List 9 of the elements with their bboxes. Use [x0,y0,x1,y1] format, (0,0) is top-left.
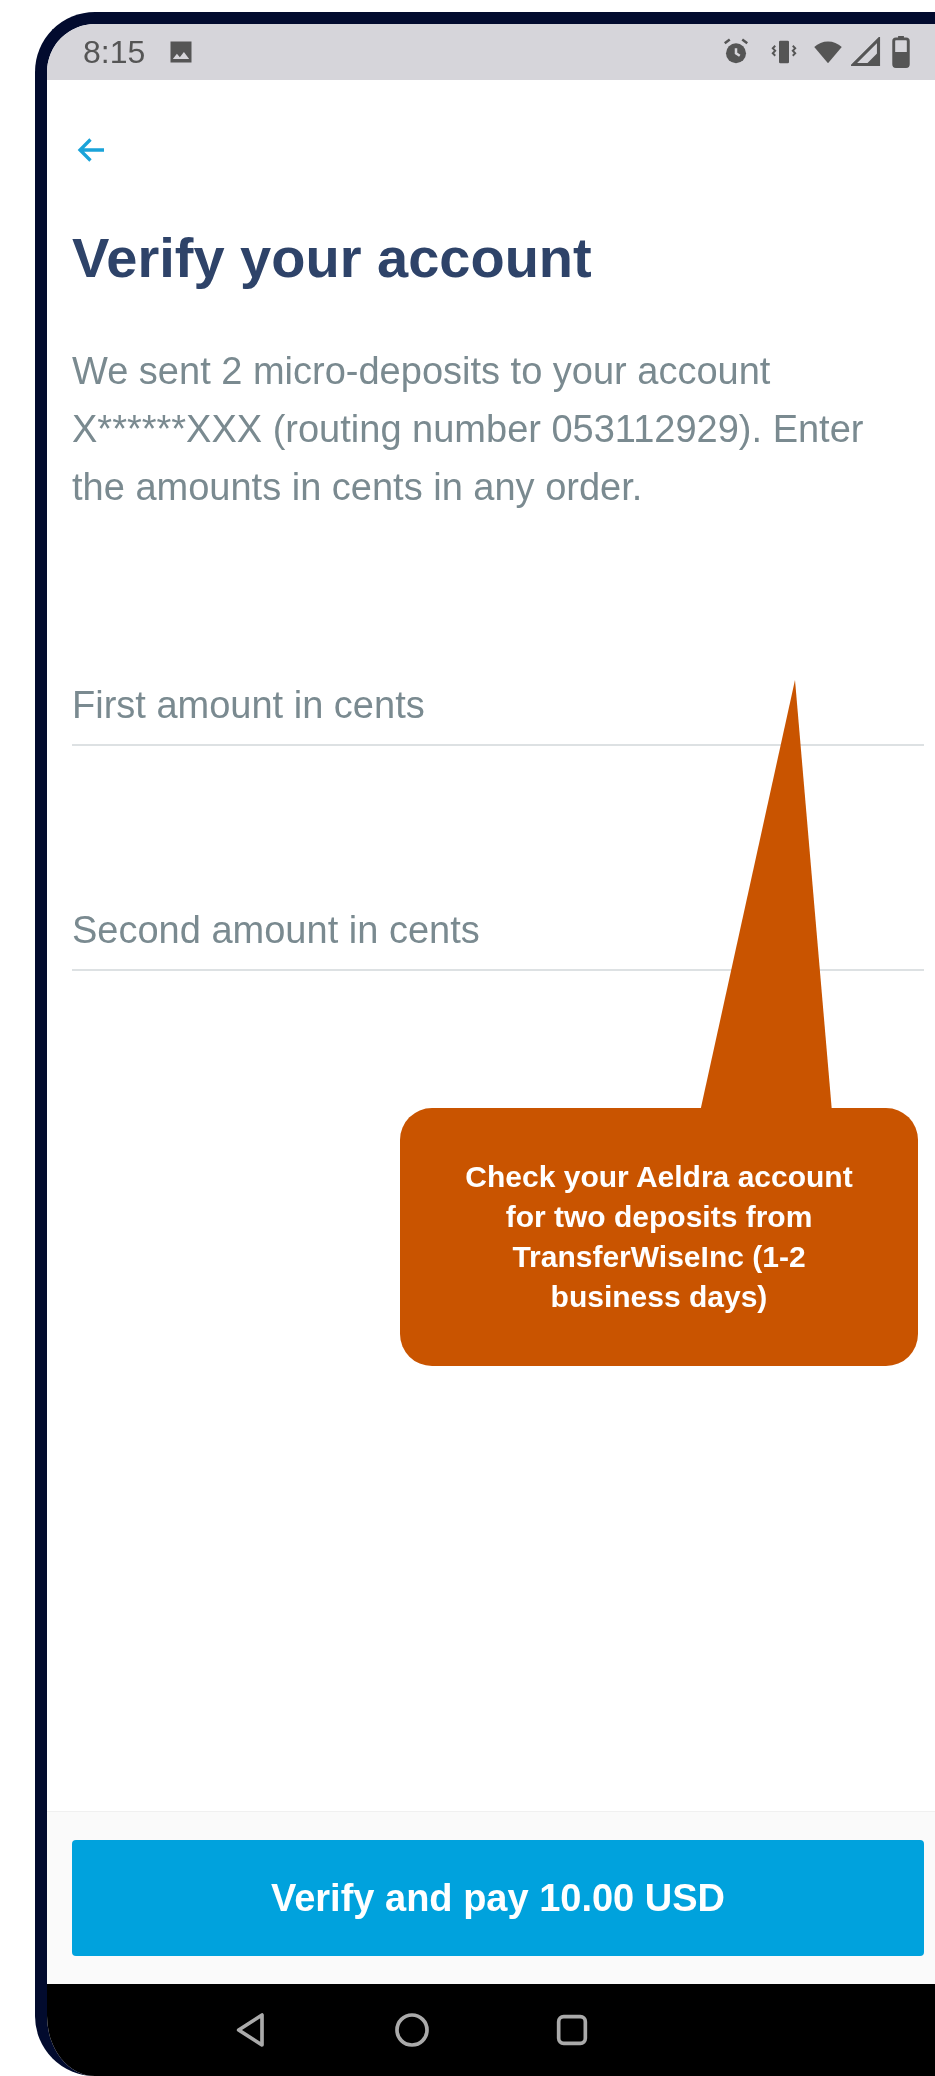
amount-input-field[interactable]: First amount in cents [72,666,924,746]
amount-input-field[interactable]: Second amount in cents [72,891,924,971]
signal-icon [851,37,881,67]
callout-text: Check your Aeldra account for two deposits from TransferWiseInc (1-2 business days) [464,1159,854,1315]
verify-and-pay-button[interactable]: Verify and pay 10.00 USD [72,1840,924,1956]
status-time: 8:15 [83,33,146,72]
battery-icon [891,36,911,68]
description-text: We sent 2 micro-deposits to your account X******XXX (routing number 053112929). Enter the amounts in cents in any order. [72,349,865,510]
home-circle-icon[interactable] [392,2010,432,2050]
